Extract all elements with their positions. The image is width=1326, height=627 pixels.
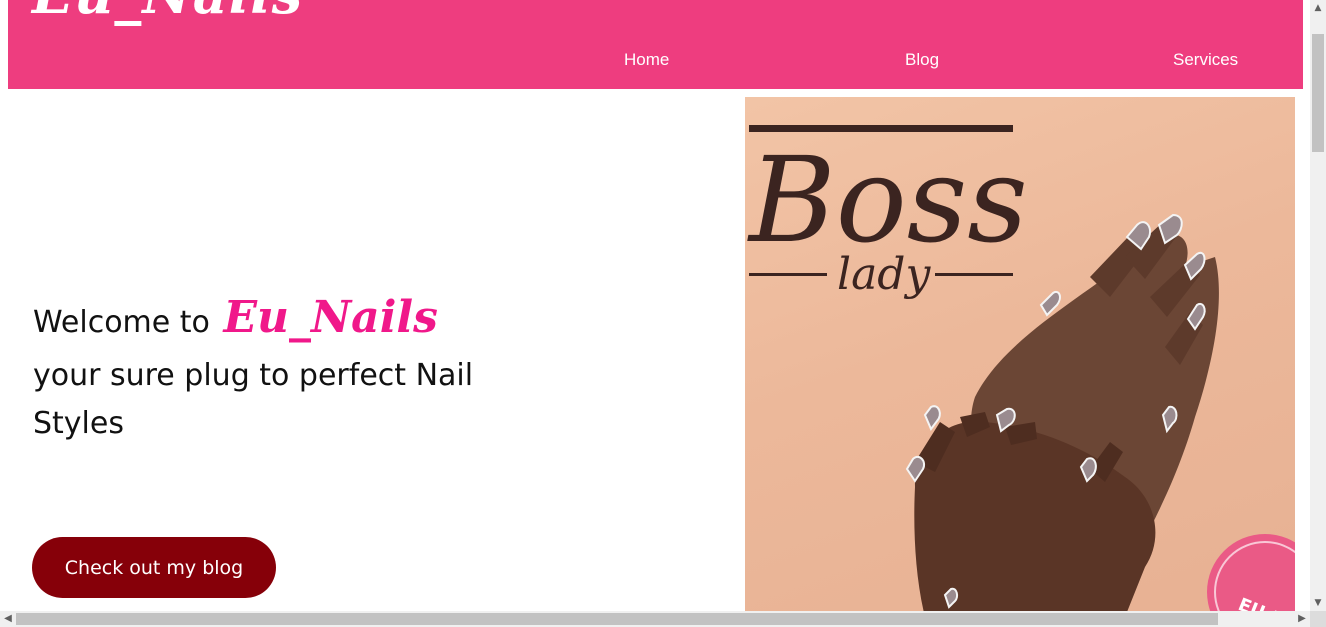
horizontal-scrollbar[interactable]: ◀ ▶	[0, 611, 1310, 627]
scroll-up-arrow-icon[interactable]: ▲	[1310, 0, 1326, 16]
page-viewport: Eu_Nails Home Blog Services Welcome to E…	[0, 0, 1310, 611]
hero-nail-image: Boss lady	[745, 97, 1295, 611]
nav-services-link[interactable]: Services	[1173, 50, 1238, 70]
scroll-down-arrow-icon[interactable]: ▼	[1310, 595, 1326, 611]
scrollbar-corner	[1310, 611, 1326, 627]
blog-cta-button[interactable]: Check out my blog	[32, 537, 276, 598]
hero-text: Welcome to Eu_Nails your sure plug to pe…	[33, 293, 533, 448]
horizontal-scroll-thumb[interactable]	[16, 613, 1218, 625]
vertical-scroll-thumb[interactable]	[1312, 34, 1324, 152]
welcome-prefix: Welcome to	[33, 305, 210, 340]
image-rule-right	[935, 273, 1013, 276]
image-subline: lady	[837, 249, 931, 300]
image-rule-left	[749, 273, 827, 276]
scroll-left-arrow-icon[interactable]: ◀	[0, 611, 16, 627]
scroll-right-arrow-icon[interactable]: ▶	[1294, 611, 1310, 627]
brand-badge: EU-NA	[1207, 534, 1295, 611]
site-logo[interactable]: Eu_Nails	[32, 0, 303, 26]
hero-tagline: your sure plug to perfect Nail Styles	[33, 358, 474, 441]
nav-home-link[interactable]: Home	[624, 50, 669, 70]
site-header: Eu_Nails Home Blog Services	[8, 0, 1303, 89]
brand-name: Eu_Nails	[223, 292, 438, 343]
vertical-scrollbar[interactable]: ▲ ▼	[1310, 0, 1326, 611]
nav-blog-link[interactable]: Blog	[905, 50, 939, 70]
nail-image-illustration: Boss lady	[747, 125, 1295, 611]
welcome-heading: Welcome to Eu_Nails	[33, 293, 533, 348]
